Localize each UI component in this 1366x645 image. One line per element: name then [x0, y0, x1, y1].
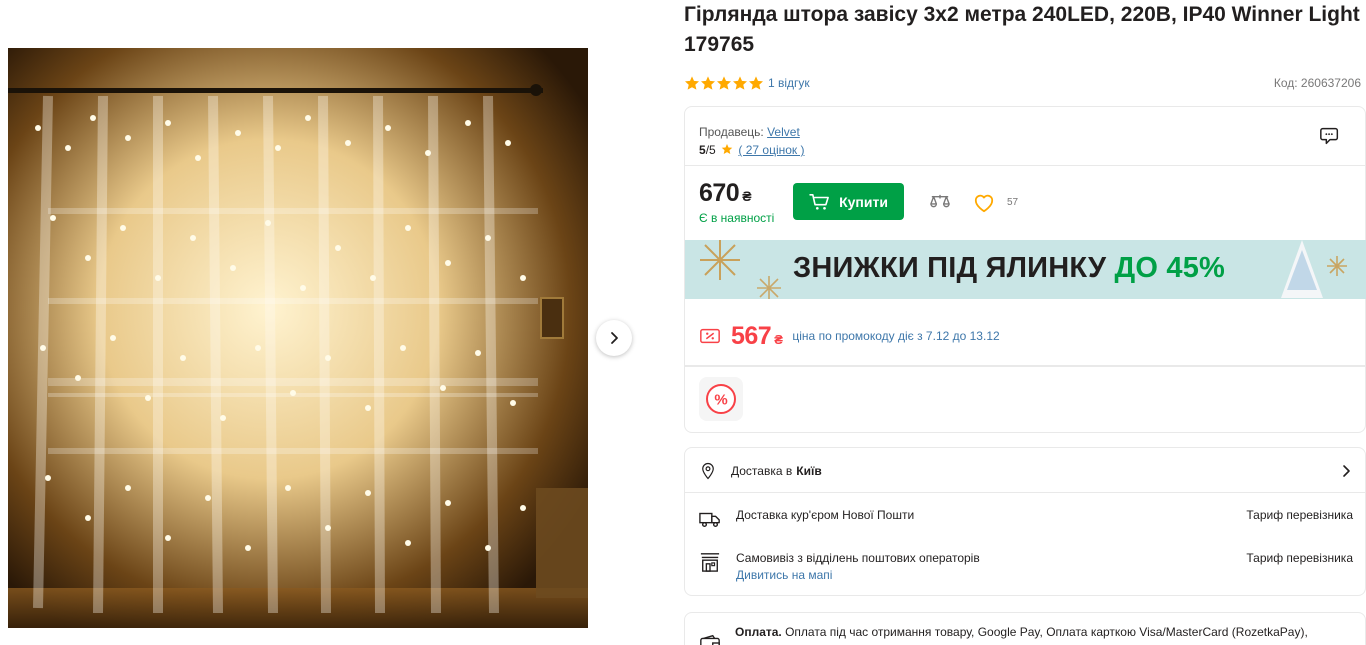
- price-currency: ₴: [742, 188, 752, 204]
- delivery-option: Доставка кур'єром Нової Пошти Тариф пере…: [699, 507, 1353, 543]
- product-title: Гірлянда штора завісу 3х2 метра 240LED, …: [684, 3, 1360, 56]
- promo-note[interactable]: ціна по промокоду діє з 7.12 до 13.12: [792, 329, 999, 343]
- promo-banner[interactable]: ЗНИЖКИ ПІД ЯЛИНКУ ДО 45%: [685, 240, 1366, 299]
- star-icon: [749, 76, 763, 90]
- chat-icon[interactable]: [1319, 125, 1341, 147]
- rating-row: 1 відгук Код: 260637206: [684, 74, 1361, 92]
- view-map-link[interactable]: Дивитись на мапі: [736, 567, 980, 584]
- payment-label: Оплата.: [735, 625, 782, 639]
- delivery-option-tariff: Тариф перевізника: [1246, 508, 1353, 522]
- promo-ticket-icon: [700, 328, 720, 344]
- seller-prefix: Продавець:: [699, 125, 768, 139]
- payment-text: Оплата під час отримання товару, Google …: [781, 625, 1308, 639]
- payment-info: Оплата. Оплата під час отримання товару,…: [735, 625, 1308, 639]
- payment-card: Оплата. Оплата під час отримання товару,…: [684, 612, 1366, 645]
- banner-text-main: ЗНИЖКИ ПІД ЯЛИНКУ: [793, 252, 1107, 284]
- product-code: Код: 260637206: [1273, 76, 1361, 90]
- delivery-option-tariff: Тариф перевізника: [1246, 551, 1353, 565]
- svg-text:%: %: [714, 392, 727, 409]
- seller-info: Продавець: Velvet 5/5 ( 27 оцінок ): [699, 123, 805, 159]
- delivery-head-prefix: Доставка в: [731, 464, 793, 478]
- delivery-card: Доставка в Київ Доставка кур'єром Нової …: [684, 447, 1366, 596]
- delivery-option-label: Самовивіз з відділень поштових операторі…: [736, 551, 980, 565]
- cart-icon: [809, 193, 829, 210]
- curtain-lights-photo: [8, 48, 588, 628]
- promo-price-row: 567 ₴ ціна по промокоду діє з 7.12 до 13.…: [699, 321, 1000, 351]
- buy-button[interactable]: Купити: [793, 183, 904, 220]
- delivery-option: Самовивіз з відділень поштових операторі…: [699, 550, 1353, 586]
- star-icon: [685, 76, 699, 90]
- stock-status: Є в наявності: [699, 211, 775, 225]
- divider: [685, 365, 1365, 366]
- heart-icon[interactable]: [973, 193, 995, 213]
- buy-button-label: Купити: [839, 193, 888, 210]
- star-icon: [717, 76, 731, 90]
- percent-icon: %: [706, 384, 736, 414]
- wallet-icon: [700, 634, 720, 645]
- seller-score-suffix: /5: [705, 143, 716, 157]
- product-price: 670 ₴: [699, 179, 752, 208]
- seller-name-link[interactable]: Velvet: [767, 125, 800, 139]
- christmas-tree-icon: [1281, 240, 1323, 298]
- seller-ratings-link[interactable]: ( 27 оцінок ): [738, 143, 804, 157]
- promo-price-value: 567: [731, 321, 772, 350]
- divider: [685, 492, 1365, 493]
- rating-stars: [684, 75, 764, 91]
- banner-text-accent: ДО 45%: [1114, 252, 1226, 284]
- delivery-city: Київ: [796, 464, 822, 478]
- favorites-count: 57: [1007, 197, 1019, 208]
- buy-card: Продавець: Velvet 5/5 ( 27 оцінок ) 670 ₴…: [684, 106, 1366, 433]
- star-icon: [701, 76, 715, 90]
- price-value: 670: [699, 179, 740, 207]
- seller-score: 5: [699, 143, 706, 157]
- pickup-store-icon: [700, 553, 720, 572]
- promo-price: 567 ₴: [731, 321, 783, 351]
- chevron-right-icon: [1343, 465, 1350, 477]
- delivery-city-selector[interactable]: Доставка в Київ: [699, 460, 1353, 482]
- pickup-option-text: Самовивіз з відділень поштових операторі…: [736, 550, 980, 584]
- discount-badge[interactable]: %: [699, 377, 743, 421]
- delivery-option-label: Доставка кур'єром Нової Пошти: [736, 508, 915, 522]
- seller-rating: 5/5 ( 27 оцінок ): [699, 141, 805, 159]
- snowflake-icon: [700, 240, 740, 280]
- courier-truck-icon: [699, 512, 720, 528]
- divider: [685, 165, 1365, 166]
- reviews-link[interactable]: 1 відгук: [768, 76, 810, 90]
- gallery-next-button[interactable]: [596, 320, 632, 356]
- chevron-right-icon: [611, 332, 618, 344]
- star-icon: [721, 144, 733, 154]
- product-main-image[interactable]: [8, 48, 588, 628]
- star-icon: [733, 76, 747, 90]
- compare-scales-icon[interactable]: [929, 193, 951, 213]
- banner-text: ЗНИЖКИ ПІД ЯЛИНКУ ДО 45%: [793, 252, 1225, 285]
- location-pin-icon: [702, 462, 714, 480]
- promo-price-currency: ₴: [774, 331, 783, 347]
- divider: [685, 366, 1365, 367]
